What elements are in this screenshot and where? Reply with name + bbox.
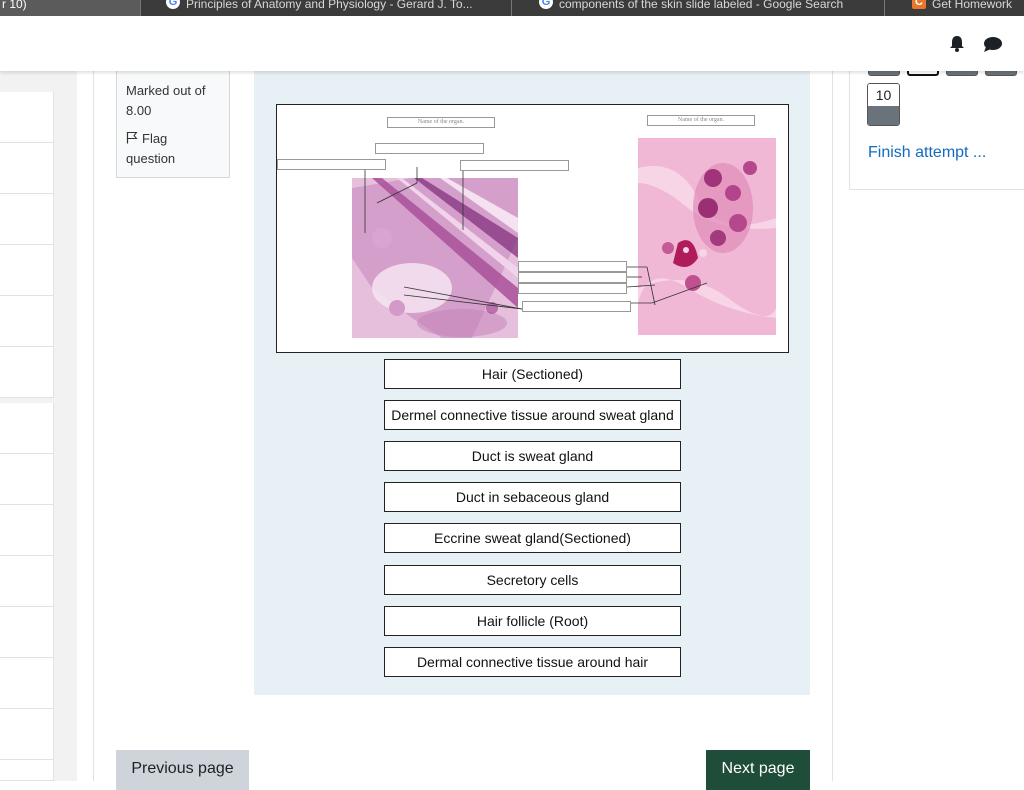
drawer-item[interactable] bbox=[0, 505, 54, 556]
draggable-choice[interactable]: Dermal connective tissue around hair bbox=[384, 647, 681, 677]
drawer-item[interactable] bbox=[0, 92, 54, 143]
grade-info: Marked out of 8.00 bbox=[126, 83, 206, 118]
browser-tab-homework[interactable]: C Get Homework bbox=[912, 0, 1024, 16]
tab-divider bbox=[140, 0, 141, 16]
chat-icon[interactable] bbox=[983, 36, 1003, 53]
chegg-icon: C bbox=[912, 0, 926, 9]
browser-tab-strip: r 10) G Principles of Anatomy and Physiol… bbox=[0, 0, 1024, 16]
question-number: 10 bbox=[868, 84, 899, 106]
label-drop-zone[interactable] bbox=[277, 159, 386, 170]
label-drop-zone[interactable] bbox=[518, 283, 627, 294]
drawer-item[interactable] bbox=[0, 245, 54, 296]
drop-zone-diagram: Name of the organ. Name of the organ. bbox=[276, 104, 789, 353]
tab-title: Principles of Anatomy and Physiology - G… bbox=[186, 0, 473, 11]
organ-name-drop-zone[interactable]: Name of the organ. bbox=[387, 117, 495, 128]
flag-icon bbox=[126, 132, 138, 144]
label-drop-zone[interactable] bbox=[518, 272, 627, 283]
label-drop-zone[interactable] bbox=[375, 143, 484, 154]
draggable-choice[interactable]: Eccrine sweat gland(Sectioned) bbox=[384, 523, 681, 553]
question-nav-button[interactable] bbox=[868, 71, 900, 76]
content-divider bbox=[832, 71, 833, 781]
tab-title: Get Homework bbox=[932, 0, 1013, 11]
browser-tab-active[interactable]: r 10) bbox=[0, 0, 140, 16]
question-nav-button[interactable]: 10 bbox=[867, 83, 900, 126]
tab-divider bbox=[511, 0, 512, 16]
draggable-choice[interactable]: Dermel connective tissue around sweat gl… bbox=[384, 400, 681, 430]
drawer-item[interactable] bbox=[0, 658, 54, 709]
organ-name-drop-zone[interactable]: Name of the organ. bbox=[647, 115, 755, 126]
browser-tab-google-search[interactable]: Gcomponents of the skin slide labeled - … bbox=[539, 0, 879, 16]
draggable-choice[interactable]: Secretory cells bbox=[384, 565, 681, 595]
question-status-fill bbox=[868, 106, 899, 125]
draggable-choice[interactable]: Duct is sweat gland bbox=[384, 441, 681, 471]
draggable-choice[interactable]: Hair follicle (Root) bbox=[384, 606, 681, 636]
bell-icon[interactable] bbox=[949, 35, 965, 52]
drawer-item[interactable] bbox=[0, 194, 54, 245]
next-page-button[interactable]: Next page bbox=[706, 750, 810, 790]
tab-title: components of the skin slide labeled - G… bbox=[559, 0, 844, 11]
flag-question-link[interactable]: Flag question bbox=[126, 129, 220, 169]
content-divider bbox=[93, 71, 94, 781]
browser-tab-anatomy[interactable]: G Principles of Anatomy and Physiology - … bbox=[166, 0, 506, 16]
drawer-item[interactable] bbox=[0, 454, 54, 505]
drawer-item[interactable] bbox=[0, 709, 54, 760]
drawer-item[interactable] bbox=[0, 347, 54, 398]
label-drop-zone[interactable] bbox=[518, 261, 627, 272]
site-header bbox=[0, 16, 1024, 71]
tab-divider bbox=[884, 0, 885, 16]
question-nav-button[interactable] bbox=[946, 71, 978, 76]
organ-name-placeholder: Name of the organ. bbox=[417, 119, 465, 125]
drawer-item[interactable] bbox=[0, 607, 54, 658]
question-nav-button[interactable] bbox=[985, 71, 1017, 76]
drawer-item[interactable] bbox=[0, 556, 54, 607]
drawer-item[interactable] bbox=[0, 403, 54, 454]
tab-title: r 10) bbox=[2, 0, 27, 11]
draggable-choice[interactable]: Duct in sebaceous gland bbox=[384, 482, 681, 512]
previous-page-button[interactable]: Previous page bbox=[116, 750, 249, 790]
organ-name-placeholder: Name of the organ. bbox=[677, 117, 725, 123]
draggable-choice[interactable]: Hair (Sectioned) bbox=[384, 359, 681, 389]
label-drop-zone[interactable] bbox=[460, 160, 569, 171]
drawer-item[interactable] bbox=[0, 143, 54, 194]
label-drop-zone[interactable] bbox=[522, 301, 631, 312]
leader-lines bbox=[364, 167, 708, 310]
question-nav-button-current[interactable] bbox=[907, 71, 939, 76]
google-icon: G bbox=[539, 0, 553, 9]
question-info: Marked out of 8.00 Flag question bbox=[116, 71, 230, 178]
drawer-item[interactable] bbox=[0, 760, 54, 781]
drawer-item[interactable] bbox=[0, 296, 54, 347]
course-index-drawer bbox=[0, 71, 77, 781]
google-icon: G bbox=[166, 0, 180, 9]
finish-attempt-link[interactable]: Finish attempt ... bbox=[868, 144, 986, 162]
